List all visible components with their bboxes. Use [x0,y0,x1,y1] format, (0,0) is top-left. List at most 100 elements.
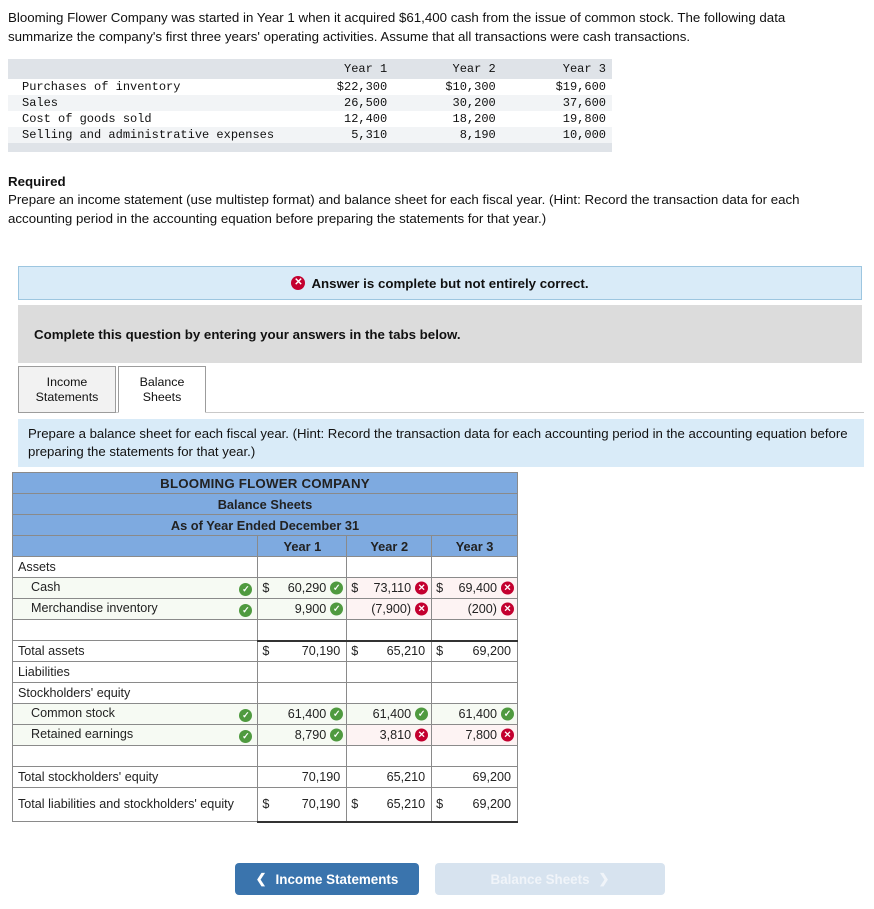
prev-income-statements-button[interactable]: ❮ Income Statements [235,863,419,895]
row-label-merchandise-inventory-text: Merchandise inventory [31,601,158,615]
cell-retained-earnings-year2-value: 3,810 [379,728,412,742]
currency-symbol: $ [351,797,359,812]
instruction-band: Complete this question by entering your … [18,305,862,363]
cell-retained-earnings-year1-value: 8,790 [294,728,327,742]
spacer2-year2[interactable] [346,745,433,767]
table-row: Cost of goods sold 12,400 18,200 19,800 [8,111,612,127]
spacer-year2[interactable] [346,619,433,641]
spacer-year1[interactable] [257,619,348,641]
chevron-right-icon: ❯ [598,871,610,886]
cell-assets-year1[interactable] [257,556,348,578]
cell-total-le-year1: $ 70,190 [257,787,348,823]
cell-total-assets-year3-value: 69,200 [472,644,511,659]
spacer-year3[interactable] [431,619,518,641]
tab-strip: Income Statements Balance Sheets [18,366,864,414]
check-circle-icon: ✓ [330,581,344,595]
cell-liabilities-year2[interactable] [346,661,433,683]
cell-common-stock-year2[interactable]: 61,400 ✓ [346,703,433,725]
cell-liabilities-year1[interactable] [257,661,348,683]
spacer-label-2 [11,745,259,767]
given-row-year1: $22,300 [336,80,388,94]
cell-total-le-year2-value: 65,210 [386,797,426,812]
given-header-year1: Year 1 [284,59,394,79]
cell-retained-earnings-year3-value: 7,800 [465,728,497,742]
cell-total-se-year2: 65,210 [346,766,433,788]
cell-common-stock-year3[interactable]: 61,400 ✓ [431,703,518,725]
balance-sheet-header-blank [11,535,259,557]
balance-sheet-header-year1: Year 1 [257,535,348,557]
given-row-year2: 30,200 [393,95,502,111]
status-banner-text: Answer is complete but not entirely corr… [311,275,589,291]
given-header-year3: Year 3 [501,59,612,79]
required-heading: Required [8,174,66,189]
x-circle-icon: ✕ [291,276,306,290]
cell-assets-year3[interactable] [431,556,518,578]
cell-retained-earnings-year3[interactable]: 7,800 ✕ [431,724,518,746]
cell-cash-year2[interactable]: $ 73,110 ✕ [346,577,433,599]
currency-symbol: $ [351,581,359,595]
row-label-retained-earnings-text: Retained earnings [31,727,134,741]
cell-se-year1[interactable] [257,682,348,704]
given-row-label: Purchases of inventory [22,80,181,94]
cell-assets-year2[interactable] [346,556,433,578]
row-label-assets: Assets [11,556,259,578]
chevron-left-icon: ❮ [255,871,267,886]
cell-se-year2[interactable] [346,682,433,704]
x-circle-icon: ✕ [501,602,514,616]
given-data-table: Year 1 Year 2 Year 3 Purchases of invent… [8,59,612,152]
balance-sheet-subtitle-row: Balance Sheets [12,493,518,515]
cell-total-le-year3: $ 69,200 [431,787,518,823]
tab-balance-sheets[interactable]: Balance Sheets [118,366,206,413]
check-circle-icon: ✓ [239,730,253,743]
balance-sheet-table-wrapper: BLOOMING FLOWER COMPANY Balance Sheets A… [11,472,518,823]
prev-button-label: Income Statements [275,871,399,887]
spacer2-year1[interactable] [257,745,348,767]
row-label-retained-earnings: ✓ Retained earnings [11,724,259,746]
cell-inventory-year3[interactable]: (200) ✕ [431,598,518,620]
given-row-year3: $19,600 [555,80,606,94]
given-row-year1: 12,400 [344,112,388,126]
table-row-spacer [11,745,518,767]
balance-sheet-period-row: As of Year Ended December 31 [12,514,518,536]
table-row: ✓ Common stock 61,400 ✓ 61,400 ✓ 61,400 … [11,703,518,725]
cell-total-le-year1-value: 70,190 [301,797,341,812]
required-body: Prepare an income statement (use multist… [8,192,800,226]
cell-inventory-year2[interactable]: (7,900) ✕ [346,598,433,620]
next-balance-sheets-button[interactable]: Balance Sheets ❯ [435,863,665,895]
given-data-table-wrapper: Year 1 Year 2 Year 3 Purchases of invent… [8,59,612,152]
cell-common-stock-year1[interactable]: 61,400 ✓ [257,703,348,725]
row-label-stockholders-equity: Stockholders' equity [11,682,259,704]
cell-total-assets-year2: $ 65,210 [346,639,433,662]
x-circle-icon: ✕ [415,581,429,595]
cell-se-year3[interactable] [431,682,518,704]
given-row-year2: 18,200 [452,112,496,126]
tab-income-statements-line2: Statements [35,389,99,404]
given-row-year1: 26,500 [284,95,394,111]
cell-total-se-year1: 70,190 [257,766,348,788]
problem-statement: Blooming Flower Company was started in Y… [8,10,786,44]
given-table-footer-rule [8,143,612,152]
cell-retained-earnings-year1[interactable]: 8,790 ✓ [257,724,348,746]
given-header-row: Year 1 Year 2 Year 3 [8,59,612,79]
balance-sheet-company-title: BLOOMING FLOWER COMPANY [12,472,518,494]
given-row-label: Cost of goods sold [22,112,152,126]
row-label-cash: ✓ Cash [11,577,259,599]
given-row-label: Sales [8,95,285,111]
check-circle-icon: ✓ [501,707,514,721]
table-row: Selling and administrative expenses 5,31… [8,127,612,143]
check-circle-icon: ✓ [415,707,429,721]
currency-symbol: $ [436,797,444,812]
cell-inventory-year1[interactable]: 9,900 ✓ [257,598,348,620]
table-row-spacer [11,619,518,641]
sub-instruction: Prepare a balance sheet for each fiscal … [18,419,864,467]
row-label-total-stockholders-equity: Total stockholders' equity [11,766,259,788]
given-row-year1: 5,310 [284,127,394,143]
cell-cash-year1[interactable]: $ 60,290 ✓ [257,577,348,599]
cell-cash-year3[interactable]: $ 69,400 ✕ [431,577,518,599]
cell-total-assets-year2-value: 65,210 [386,644,426,659]
cell-common-stock-year2-value: 61,400 [372,707,412,721]
tab-income-statements[interactable]: Income Statements [18,366,116,413]
cell-liabilities-year3[interactable] [431,661,518,683]
cell-retained-earnings-year2[interactable]: 3,810 ✕ [346,724,433,746]
spacer2-year3[interactable] [431,745,518,767]
